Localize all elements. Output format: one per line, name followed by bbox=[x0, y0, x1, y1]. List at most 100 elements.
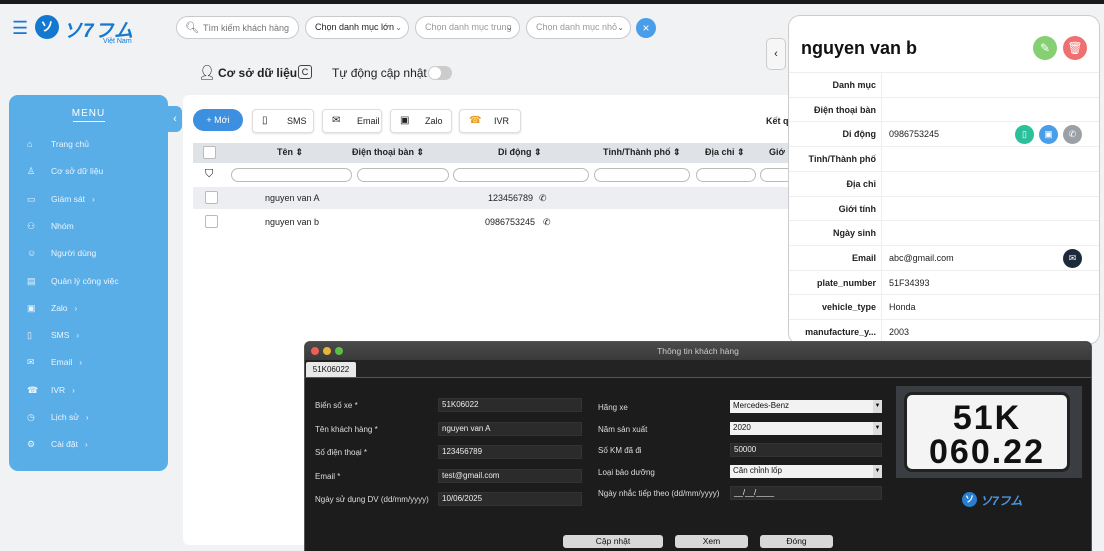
hamburger-menu-icon[interactable]: ☰ bbox=[12, 18, 28, 39]
email-button[interactable]: ✉ Email bbox=[322, 109, 382, 133]
sidebar-item[interactable]: ⚇ Nhóm bbox=[27, 221, 74, 235]
dialog-field-input[interactable]: __/__/____ bbox=[730, 486, 882, 500]
table-row[interactable]: nguyen van A 123456789 ✆ bbox=[193, 187, 803, 209]
chevron-right-icon: › bbox=[72, 385, 75, 395]
sidebar-item[interactable]: ♙ Cơ sở dữ liệu bbox=[27, 166, 103, 180]
detail-label: Ngày sinh bbox=[832, 228, 876, 239]
dialog-field-select[interactable]: Căn chỉnh lốp ▼ bbox=[730, 464, 882, 478]
dialog-field-value: Mercedes-Benz bbox=[733, 401, 790, 410]
detail-value: Honda bbox=[889, 302, 916, 313]
filter-address-input[interactable] bbox=[696, 168, 756, 182]
row-checkbox[interactable] bbox=[205, 215, 218, 228]
divider bbox=[881, 97, 882, 123]
search-icon: 🔍︎ bbox=[185, 22, 199, 34]
column-header-label: Giớ bbox=[769, 147, 785, 157]
chevron-down-icon: ⌄ bbox=[395, 23, 402, 32]
cell-name: nguyen van A bbox=[265, 193, 320, 203]
dialog-field-value: 2020 bbox=[733, 422, 751, 432]
new-button[interactable]: + Mới bbox=[193, 109, 243, 131]
column-header-name[interactable]: Tên ⇕ bbox=[277, 147, 303, 158]
column-header-address[interactable]: Địa chỉ ⇕ bbox=[705, 147, 745, 158]
detail-label: vehicle_type bbox=[821, 302, 876, 313]
app-logo[interactable]: ソ ソ7フム Việt Nam bbox=[35, 13, 135, 47]
zalo-button[interactable]: ▣ Zalo bbox=[390, 109, 452, 133]
search-box[interactable]: 🔍︎ bbox=[176, 16, 299, 39]
detail-label: Danh mục bbox=[832, 80, 876, 90]
ivr-button[interactable]: ☎ IVR bbox=[459, 109, 521, 133]
dialog-field-label: Tên khách hàng * bbox=[315, 424, 378, 434]
dialog-logo: ソ ソ7フム bbox=[962, 492, 1042, 512]
phone-call-icon[interactable]: ✆ bbox=[539, 193, 547, 204]
database-title: Cơ sở dữ liệu bbox=[218, 66, 298, 80]
detail-row: vehicle_type Honda bbox=[789, 294, 1099, 321]
dialog-field-input[interactable]: 50000 bbox=[730, 443, 882, 457]
sidebar-item-label: IVR bbox=[51, 384, 66, 395]
detail-value: 51F34393 bbox=[889, 277, 930, 288]
sms-button[interactable]: ▯ SMS bbox=[252, 109, 314, 133]
sidebar-item[interactable]: ▤ Quản lý công việc bbox=[27, 276, 119, 290]
detail-collapse-button[interactable]: ‹ bbox=[766, 38, 786, 70]
sidebar-item[interactable]: ▭ Giám sát › bbox=[27, 194, 95, 208]
sidebar-item[interactable]: ☎ IVR › bbox=[27, 385, 75, 399]
row-checkbox[interactable] bbox=[205, 191, 218, 204]
minor-category-dropdown[interactable]: Chọn danh mục nhỏ ⌄ bbox=[526, 16, 631, 39]
sidebar-item[interactable]: ◷ Lịch sử › bbox=[27, 412, 89, 426]
dialog-title-bar[interactable]: Thông tin khách hàng bbox=[305, 342, 1091, 360]
filter-city-input[interactable] bbox=[594, 168, 690, 182]
search-input[interactable] bbox=[203, 20, 295, 35]
sidebar-item[interactable]: ✉ Email › bbox=[27, 357, 82, 371]
dialog-field-value: 50000 bbox=[734, 445, 757, 454]
sidebar-collapse-button[interactable]: ‹ bbox=[168, 106, 182, 132]
sidebar-item[interactable]: ⌂ Trang chủ bbox=[27, 139, 89, 153]
zalo-action-button[interactable]: ▣ bbox=[1039, 125, 1058, 145]
column-header-gender[interactable]: Giớ bbox=[769, 147, 785, 157]
call-action-button[interactable]: ✆ bbox=[1063, 125, 1082, 145]
detail-row: Điện thoại bàn bbox=[789, 96, 1099, 123]
clear-filter-button[interactable]: × bbox=[636, 18, 656, 38]
sidebar-item[interactable]: ▣ Zalo › bbox=[27, 303, 77, 317]
middle-category-dropdown[interactable]: Chọn danh mục trung ⌄ bbox=[415, 16, 520, 39]
divider bbox=[881, 147, 882, 173]
send-email-button[interactable]: ✉ bbox=[1063, 248, 1082, 268]
divider bbox=[881, 295, 882, 321]
filter-phone-input[interactable] bbox=[357, 168, 449, 182]
refresh-icon[interactable]: C bbox=[298, 65, 312, 79]
dialog-field-input[interactable]: nguyen van A bbox=[438, 421, 582, 436]
phone-call-icon[interactable]: ✆ bbox=[543, 217, 551, 228]
detail-value: abc@gmail.com bbox=[889, 252, 954, 263]
sidebar-item[interactable]: ☺ Người dùng bbox=[27, 248, 96, 262]
sms-action-button[interactable]: ▯ bbox=[1015, 125, 1034, 145]
tab-plate[interactable]: 51K06022 bbox=[306, 362, 356, 377]
column-header-city[interactable]: Tỉnh/Thành phố ⇕ bbox=[603, 147, 681, 158]
select-all-checkbox[interactable] bbox=[203, 146, 216, 159]
update-button[interactable]: Cập nhật bbox=[563, 535, 663, 548]
dialog-field-input[interactable]: 10/06/2025 bbox=[438, 492, 582, 506]
filter-name-input[interactable] bbox=[231, 168, 352, 182]
major-category-dropdown[interactable]: Chọn danh mục lớn ⌄ bbox=[305, 16, 409, 39]
dialog-field-input[interactable]: test@gmail.com bbox=[438, 468, 582, 483]
table-row[interactable]: nguyen van b 0986753245 ✆ bbox=[193, 211, 803, 233]
delete-button[interactable]: 🗑︎ bbox=[1063, 36, 1087, 60]
dialog-field-input[interactable]: 51K06022 bbox=[438, 398, 582, 412]
dialog-field-select[interactable]: Mercedes-Benz ▼ bbox=[730, 400, 882, 413]
dialog-field-select[interactable]: 2020 ▼ bbox=[730, 421, 882, 435]
sidebar-item-label: Trang chủ bbox=[51, 139, 89, 149]
sidebar-item[interactable]: ▯ SMS › bbox=[27, 330, 79, 344]
detail-row: Giới tính bbox=[789, 195, 1099, 222]
column-header-phone[interactable]: Điện thoại bàn ⇕ bbox=[352, 147, 424, 158]
dialog-field-input[interactable]: 123456789 bbox=[438, 445, 582, 459]
column-header-mobile[interactable]: Di động ⇕ bbox=[498, 147, 542, 158]
close-button[interactable]: Đóng bbox=[760, 535, 833, 548]
filter-mobile-input[interactable] bbox=[453, 168, 589, 182]
sidebar-item[interactable]: ⚙ Cài đặt › bbox=[27, 439, 88, 453]
column-header-label: Di động bbox=[498, 147, 532, 157]
detail-row: Danh mục bbox=[789, 72, 1099, 98]
view-button[interactable]: Xem bbox=[675, 535, 748, 548]
monitor-icon: ▭ bbox=[27, 193, 36, 204]
auto-update-toggle[interactable] bbox=[428, 66, 452, 80]
dialog-field-label: Ngày sử dụng DV (dd/mm/yyyy) bbox=[315, 495, 429, 504]
customer-detail-panel: nguyen van b ✎ 🗑︎ Danh mục Điện thoại bàn… bbox=[788, 15, 1100, 345]
divider bbox=[881, 270, 882, 296]
detail-label: manufacture_y... bbox=[805, 327, 876, 337]
edit-button[interactable]: ✎ bbox=[1033, 36, 1057, 60]
